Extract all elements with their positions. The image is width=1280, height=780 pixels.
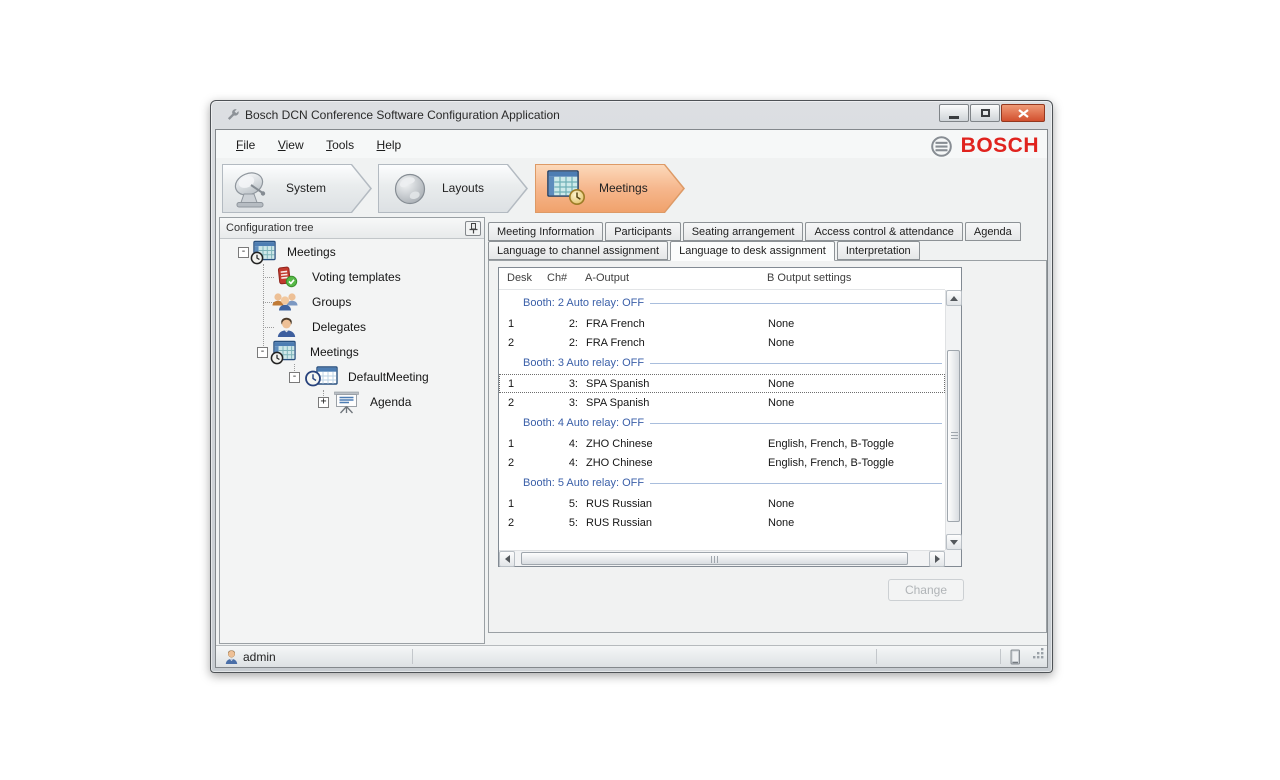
- minimize-button[interactable]: [939, 104, 969, 122]
- tab-seating-arrangement[interactable]: Seating arrangement: [683, 222, 804, 241]
- tree-expander[interactable]: -: [238, 247, 249, 258]
- nav-step-system[interactable]: System: [222, 164, 372, 213]
- close-button[interactable]: [1001, 104, 1045, 122]
- table-row[interactable]: 22:FRA FrenchNone: [499, 333, 945, 352]
- tree-expander[interactable]: +: [318, 397, 329, 408]
- tab-participants[interactable]: Participants: [605, 222, 680, 241]
- tree-item-voting-templates[interactable]: Voting templates: [220, 265, 484, 290]
- nav-label-layouts: Layouts: [442, 181, 484, 195]
- statusbar-separator: [412, 649, 413, 664]
- user-icon: [224, 649, 239, 670]
- tree-item-label: Delegates: [312, 315, 366, 340]
- client-area: File View Tools Help BOSCH: [215, 129, 1048, 668]
- app-window: Bosch DCN Conference Software Configurat…: [210, 100, 1053, 673]
- tab-row-2: Language to channel assignmentLanguage t…: [488, 241, 1047, 261]
- col-header-desk[interactable]: Desk: [499, 268, 547, 289]
- booth-group-header: Booth: 5 Auto relay: OFF: [499, 472, 945, 494]
- title-bar[interactable]: Bosch DCN Conference Software Configurat…: [211, 101, 1052, 129]
- statusbar-separator: [1000, 649, 1001, 664]
- table-row[interactable]: 23:SPA SpanishNone: [499, 393, 945, 412]
- col-header-a-output[interactable]: A-Output: [577, 268, 767, 289]
- booth-group-header: Booth: 3 Auto relay: OFF: [499, 352, 945, 374]
- configuration-tree: - Meetings: [220, 240, 484, 643]
- tab-access-control[interactable]: Access control & attendance: [805, 222, 962, 241]
- tab-interpretation[interactable]: Interpretation: [837, 241, 920, 260]
- tree-item-label: Meetings: [310, 340, 359, 365]
- maximize-button[interactable]: [970, 104, 1000, 122]
- vertical-scrollbar[interactable]: [945, 290, 961, 550]
- tab-meeting-information[interactable]: Meeting Information: [488, 222, 603, 241]
- window-title: Bosch DCN Conference Software Configurat…: [245, 108, 560, 122]
- table-row-selected[interactable]: 13:SPA SpanishNone: [499, 374, 945, 393]
- scroll-down-button[interactable]: [946, 534, 962, 550]
- menu-tools[interactable]: Tools: [317, 136, 363, 154]
- nav-label-system: System: [286, 181, 326, 195]
- logged-in-user: admin: [243, 650, 276, 664]
- pin-button[interactable]: [465, 221, 481, 236]
- tree-item-meetings-container[interactable]: - Meetings: [220, 340, 484, 365]
- bosch-logo: BOSCH: [930, 134, 1039, 158]
- scrollbar-corner: [945, 550, 961, 566]
- tree-item-label: Meetings: [287, 240, 336, 265]
- table-row[interactable]: 15:RUS RussianNone: [499, 494, 945, 513]
- statusbar-separator: [876, 649, 877, 664]
- tree-item-agenda[interactable]: + Agenda: [220, 390, 484, 415]
- status-bar: admin: [216, 645, 1047, 667]
- horizontal-scroll-thumb[interactable]: [521, 552, 908, 565]
- horizontal-scrollbar[interactable]: [499, 550, 945, 566]
- configuration-tree-panel: Configuration tree -: [219, 217, 485, 644]
- groups-people-icon: [270, 290, 301, 318]
- tree-expander[interactable]: -: [257, 347, 268, 358]
- server-status-icon: [1010, 649, 1021, 670]
- resize-grip[interactable]: [1032, 647, 1045, 665]
- agenda-flipchart-icon: [332, 390, 361, 420]
- assignment-table: Desk Ch# A-Output B Output settings Boot…: [498, 267, 962, 567]
- menu-bar: File View Tools Help BOSCH: [216, 130, 1047, 158]
- menu-view[interactable]: View: [269, 136, 313, 154]
- bosch-symbol-icon: [930, 135, 953, 158]
- scroll-right-button[interactable]: [929, 551, 945, 567]
- pin-icon: [467, 222, 480, 235]
- wrench-icon: [225, 108, 240, 128]
- tree-item-default-meeting[interactable]: - DefaultMeeting: [220, 365, 484, 390]
- tab-language-to-channel[interactable]: Language to channel assignment: [488, 241, 668, 260]
- tab-agenda[interactable]: Agenda: [965, 222, 1021, 241]
- tab-row-1: Meeting InformationParticipantsSeating a…: [488, 222, 1047, 241]
- table-row[interactable]: 14:ZHO ChineseEnglish, French, B-Toggle: [499, 434, 945, 453]
- scroll-up-button[interactable]: [946, 290, 962, 306]
- nav-step-layouts[interactable]: Layouts: [378, 164, 528, 213]
- nav-label-meetings: Meetings: [599, 181, 648, 195]
- menu-help[interactable]: Help: [368, 136, 411, 154]
- tree-item-label: Groups: [312, 290, 351, 315]
- change-button[interactable]: Change: [888, 579, 964, 601]
- tree-panel-header: Configuration tree: [220, 218, 484, 239]
- tree-expander[interactable]: -: [289, 372, 300, 383]
- satellite-dish-icon: [231, 168, 273, 214]
- tree-item-meetings-root[interactable]: - Meetings: [220, 240, 484, 265]
- table-header-row: Desk Ch# A-Output B Output settings: [499, 268, 945, 290]
- table-row[interactable]: 25:RUS RussianNone: [499, 513, 945, 532]
- language-to-desk-content: Desk Ch# A-Output B Output settings Boot…: [488, 260, 1047, 633]
- tree-item-label: DefaultMeeting: [348, 365, 429, 390]
- table-body: Booth: 2 Auto relay: OFF 12:FRA FrenchNo…: [499, 290, 945, 550]
- meeting-detail-panel: Meeting InformationParticipantsSeating a…: [488, 217, 1047, 634]
- tree-item-groups[interactable]: Groups: [220, 290, 484, 315]
- globe-icon: [392, 171, 428, 212]
- menu-file[interactable]: File: [227, 136, 264, 154]
- col-header-ch[interactable]: Ch#: [547, 268, 577, 289]
- tab-language-to-desk[interactable]: Language to desk assignment: [670, 241, 835, 261]
- tree-item-label: Voting templates: [312, 265, 401, 290]
- meeting-calendar-clock-icon: [546, 169, 586, 211]
- col-header-b-output[interactable]: B Output settings: [767, 268, 945, 289]
- table-row[interactable]: 24:ZHO ChineseEnglish, French, B-Toggle: [499, 453, 945, 472]
- nav-step-meetings[interactable]: Meetings: [535, 164, 685, 213]
- booth-group-header: Booth: 4 Auto relay: OFF: [499, 412, 945, 434]
- bosch-wordmark: BOSCH: [961, 134, 1039, 158]
- booth-group-header: Booth: 2 Auto relay: OFF: [499, 292, 945, 314]
- tree-item-label: Agenda: [370, 390, 411, 415]
- table-row[interactable]: 12:FRA FrenchNone: [499, 314, 945, 333]
- tree-item-delegates[interactable]: Delegates: [220, 315, 484, 340]
- scroll-left-button[interactable]: [499, 551, 515, 567]
- vertical-scroll-thumb[interactable]: [947, 350, 960, 522]
